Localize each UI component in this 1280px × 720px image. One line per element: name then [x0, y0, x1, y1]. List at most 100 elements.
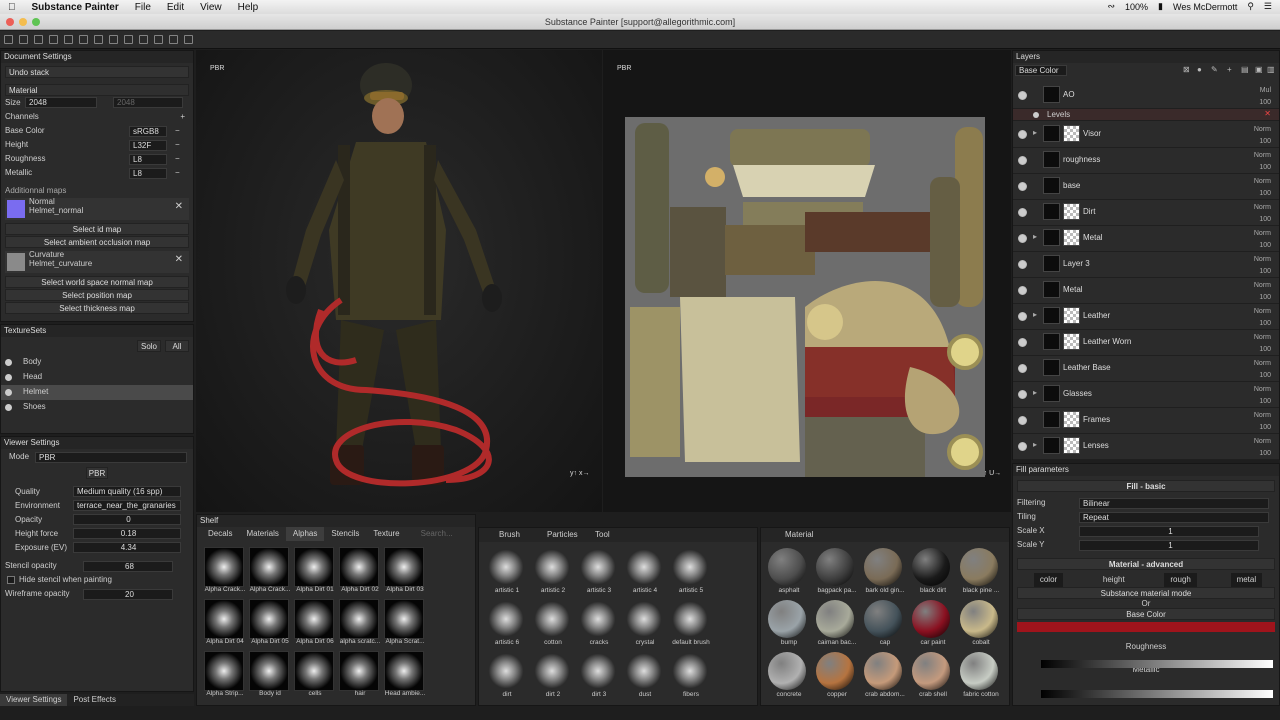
zoom-window-button[interactable] [32, 18, 40, 26]
menu-help[interactable]: Help [230, 2, 267, 13]
fill-layer-icon[interactable]: ▤ [1241, 63, 1249, 77]
alpha-tile[interactable]: Alpha Dirt 05 [247, 597, 290, 647]
brush-tab[interactable]: Brush [499, 528, 520, 542]
mat-tile[interactable]: asphalt [766, 546, 812, 596]
roughness-slider[interactable] [1041, 660, 1273, 668]
eye-icon[interactable] [1018, 312, 1027, 321]
brush-tile[interactable]: cracks [576, 598, 620, 648]
viewer-setting-value[interactable]: 0 [73, 514, 181, 525]
delete-layer-icon[interactable]: ▥ [1267, 63, 1275, 77]
eraser-tool-icon[interactable] [19, 35, 28, 44]
alpha-tile[interactable]: Alpha Scrat... [382, 597, 425, 647]
select-world-normal-button[interactable]: Select world space normal map [5, 276, 189, 288]
curvature-map-slot[interactable]: Curvature Helmet_curvature ✕ [5, 251, 189, 273]
brush-tile[interactable]: fibers [668, 650, 712, 700]
layer-blend[interactable]: Norm 100 [1254, 436, 1271, 460]
alpha-tile[interactable]: Body id [247, 649, 290, 699]
brush-tile[interactable]: default brush [668, 598, 712, 648]
eye-icon[interactable] [1018, 234, 1027, 243]
alpha-tile[interactable]: Alpha Dirt 04 [202, 597, 245, 647]
effect-eye-icon[interactable] [1033, 112, 1039, 118]
layer-blend[interactable]: Norm 100 [1254, 358, 1271, 382]
mat-tile[interactable]: concrete [766, 650, 812, 700]
layer-row[interactable]: Metal Norm 100 [1013, 278, 1279, 304]
viewer-setting-value[interactable]: Medium quality (16 spp) [73, 486, 181, 497]
tab-post-effects[interactable]: Post Effects [67, 694, 122, 706]
brush-tile[interactable]: cotton [530, 598, 574, 648]
chip-rough[interactable]: rough [1164, 573, 1197, 587]
folder-icon[interactable]: ▸ [1033, 128, 1037, 137]
select-thickness-button[interactable]: Select thickness map [5, 302, 189, 314]
all-button[interactable]: All [165, 340, 189, 352]
brush-tool-icon[interactable] [4, 35, 13, 44]
projection-tool-icon[interactable] [34, 35, 43, 44]
eye-icon[interactable] [5, 404, 12, 411]
channel-select[interactable]: Base Color [1015, 65, 1067, 76]
brush-tile[interactable]: dirt 2 [530, 650, 574, 700]
eye-icon[interactable] [1018, 156, 1027, 165]
alpha-tile[interactable]: hair [337, 649, 380, 699]
alpha-tile[interactable]: Alpha Strip... [202, 649, 245, 699]
shelf-search[interactable]: Search... [421, 527, 453, 541]
layer-row[interactable]: ▸ Metal Norm 100 [1013, 226, 1279, 252]
minimize-window-button[interactable] [19, 18, 27, 26]
layer-blend[interactable]: Norm 100 [1254, 254, 1271, 278]
mat-tile[interactable]: black pine ... [958, 546, 1004, 596]
alpha-tile[interactable]: alpha scratc... [337, 597, 380, 647]
shelf-tab[interactable]: Stencils [324, 527, 366, 541]
brush-tile[interactable]: dirt 3 [576, 650, 620, 700]
paint-layer-icon[interactable]: ✎ [1211, 63, 1218, 77]
mask-icon[interactable]: ⊠ [1183, 63, 1190, 77]
mat-tile[interactable]: car paint [910, 598, 956, 648]
undo-stack-button[interactable]: Undo stack [5, 66, 189, 78]
channel-format-select[interactable]: L8 [129, 168, 167, 179]
app-menu[interactable]: Substance Painter [24, 2, 127, 13]
eye-icon[interactable] [1018, 364, 1027, 373]
brush-tile[interactable]: artistic 2 [530, 546, 574, 596]
alpha-tile[interactable]: Alpha Dirt 06 [292, 597, 335, 647]
size-select-2[interactable]: 2048 [113, 97, 183, 108]
remove-channel-icon[interactable]: − [175, 166, 180, 180]
mode-select[interactable]: PBR [35, 452, 187, 463]
mat-tile[interactable]: bump [766, 598, 812, 648]
layer-row[interactable]: ▸ Leather Norm 100 [1013, 304, 1279, 330]
layer-row[interactable]: ▸ Glasses Norm 100 [1013, 382, 1279, 408]
brush-tile[interactable]: crystal [622, 598, 666, 648]
shelf-tab[interactable]: Alphas [285, 527, 325, 541]
remove-channel-icon[interactable]: − [175, 124, 180, 138]
layer-blend[interactable]: Norm 100 [1254, 410, 1271, 434]
layer-blend[interactable]: Norm 100 [1254, 150, 1271, 174]
close-icon[interactable]: ✕ [1264, 109, 1271, 118]
folder-icon[interactable]: ▸ [1033, 440, 1037, 449]
chip-metal[interactable]: metal [1230, 573, 1263, 587]
viewport-3d[interactable]: PBR y↑ x→ [196, 50, 602, 512]
layer-blend[interactable]: Norm 100 [1254, 176, 1271, 200]
alpha-tile[interactable]: Alpha Dirt 01 [292, 545, 335, 595]
layer-row[interactable]: Frames Norm 100 [1013, 408, 1279, 434]
layer-blend[interactable]: Norm 100 [1254, 228, 1271, 252]
select-id-map-button[interactable]: Select id map [5, 223, 189, 235]
effect-icon[interactable]: ● [1197, 63, 1202, 77]
fill-tool-icon[interactable] [64, 35, 73, 44]
picker-tool-icon[interactable] [109, 35, 118, 44]
layer-row[interactable]: Leather Worn Norm 100 [1013, 330, 1279, 356]
battery-icon[interactable]: ▮ [1158, 1, 1163, 12]
brush-tile[interactable]: artistic 4 [622, 546, 666, 596]
alpha-tile[interactable]: Head ambie... [382, 649, 425, 699]
close-window-button[interactable] [6, 18, 14, 26]
symmetry-icon[interactable] [124, 35, 133, 44]
layer-blend[interactable]: Norm 100 [1254, 306, 1271, 330]
layer-row[interactable]: base Norm 100 [1013, 174, 1279, 200]
substance-material-mode[interactable]: Substance material mode [1017, 587, 1275, 599]
base-color-swatch[interactable] [1017, 622, 1275, 632]
menu-edit[interactable]: Edit [159, 2, 192, 13]
folder-icon[interactable]: ▸ [1033, 232, 1037, 241]
alpha-tile[interactable]: Alpha Dirt 02 [337, 545, 380, 595]
layer-blend[interactable]: Norm 100 [1254, 202, 1271, 226]
smudge-tool-icon[interactable] [79, 35, 88, 44]
close-icon[interactable]: ✕ [175, 200, 183, 214]
mat-tile[interactable]: crab shell [910, 650, 956, 700]
eye-icon[interactable] [1018, 338, 1027, 347]
normal-map-slot[interactable]: Normal Helmet_normal ✕ [5, 198, 189, 220]
remove-channel-icon[interactable]: − [175, 152, 180, 166]
